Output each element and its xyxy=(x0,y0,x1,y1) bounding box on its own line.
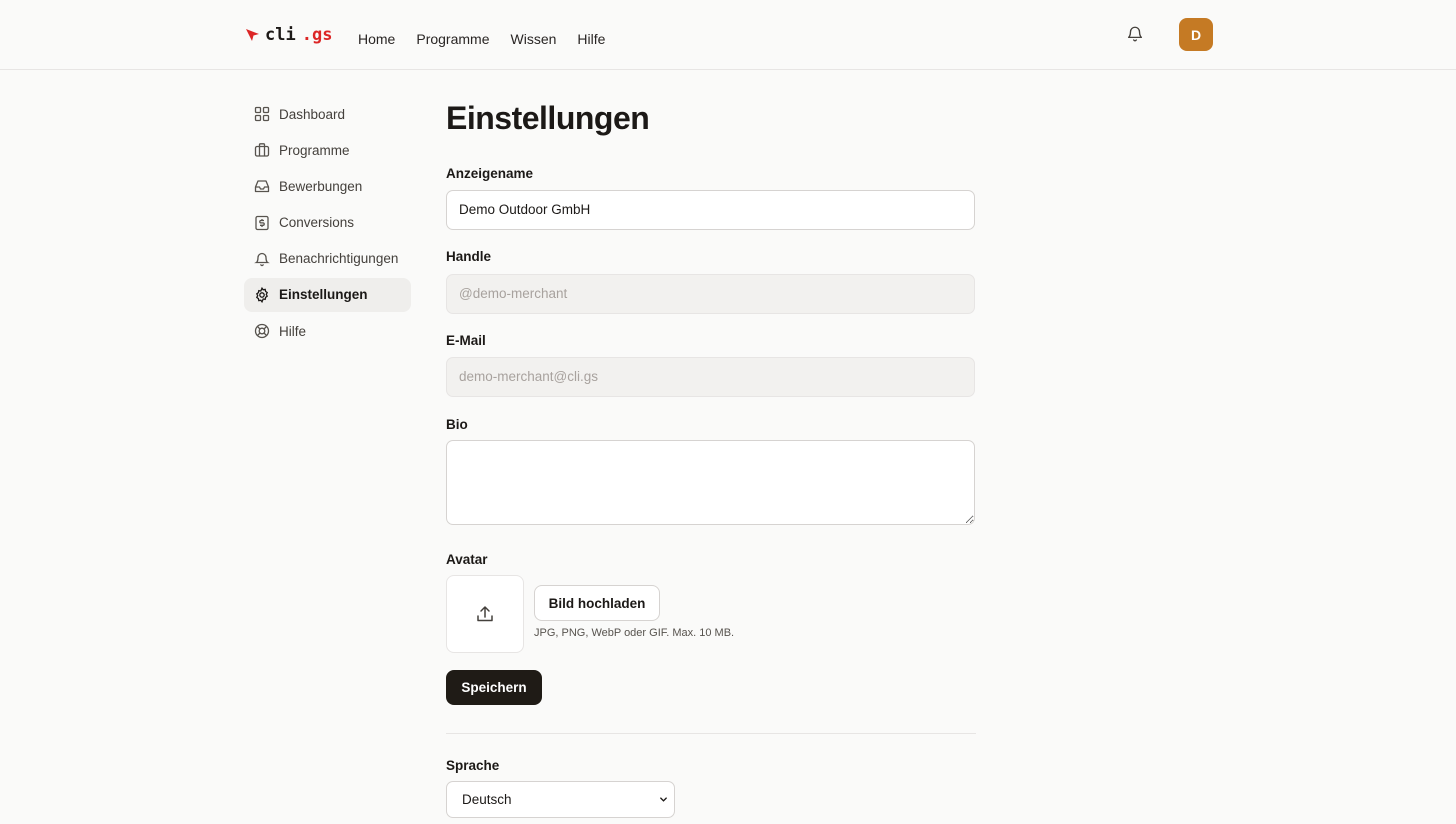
sidebar-item-label: Conversions xyxy=(279,215,355,231)
language-value: Deutsch xyxy=(462,792,512,807)
upload-hint: JPG, PNG, WebP oder GIF. Max. 10 MB. xyxy=(534,627,735,639)
chevron-down-icon xyxy=(660,797,667,802)
nav-item-wissen[interactable]: Wissen xyxy=(511,31,557,47)
gear-icon xyxy=(255,286,269,303)
nav-item-hilfe[interactable]: Hilfe xyxy=(577,31,605,47)
dollar-receipt-icon xyxy=(255,215,269,230)
inbox-icon xyxy=(254,180,270,193)
sidebar-item-label: Hilfe xyxy=(279,323,307,339)
upload-image-button[interactable]: Bild hochladen xyxy=(534,585,660,621)
lifebuoy-icon xyxy=(254,323,270,339)
sidebar-item-conversions[interactable]: Conversions xyxy=(244,206,411,240)
language-label: Sprache xyxy=(446,758,500,773)
sidebar-item-benachrichtigungen[interactable]: Benachrichtigungen xyxy=(244,242,411,276)
avatar-preview[interactable] xyxy=(446,575,524,653)
sidebar-item-label: Einstellungen xyxy=(279,287,368,303)
divider xyxy=(446,733,976,734)
bell-icon xyxy=(254,252,270,266)
sidebar: Dashboard Programme Bewerbungen Conversi… xyxy=(244,97,411,350)
sidebar-item-dashboard[interactable]: Dashboard xyxy=(244,97,411,131)
email-label: E-Mail xyxy=(446,333,486,348)
language-select[interactable]: Deutsch xyxy=(446,781,675,818)
bell-icon[interactable] xyxy=(1126,25,1144,43)
top-bar: cli .gs Home Programme Wissen Hilfe D xyxy=(0,0,1456,70)
email-input: demo-merchant@cli.gs xyxy=(446,357,975,397)
nav-item-programme[interactable]: Programme xyxy=(416,31,489,47)
sidebar-item-hilfe[interactable]: Hilfe xyxy=(244,314,411,348)
brand-logo[interactable]: cli .gs xyxy=(245,24,332,46)
main-nav: Home Programme Wissen Hilfe xyxy=(358,31,605,47)
sidebar-item-label: Bewerbungen xyxy=(279,178,363,194)
briefcase-icon xyxy=(254,143,270,157)
handle-label: Handle xyxy=(446,249,492,264)
settings-form: Einstellungen Anzeigename Demo Outdoor G… xyxy=(446,96,976,818)
cursor-arrow-icon xyxy=(246,29,259,41)
upload-icon xyxy=(477,606,493,622)
sidebar-item-label: Benachrichtigungen xyxy=(279,251,399,267)
brand-suffix: .gs xyxy=(301,25,333,45)
user-avatar[interactable]: D xyxy=(1179,18,1213,51)
page-title: Einstellungen xyxy=(446,100,650,136)
sidebar-item-label: Programme xyxy=(279,142,350,158)
sidebar-item-einstellungen[interactable]: Einstellungen xyxy=(244,277,411,312)
bio-label: Bio xyxy=(446,417,468,432)
sidebar-item-programme[interactable]: Programme xyxy=(244,133,411,167)
display-name-label: Anzeigename xyxy=(446,166,534,181)
avatar-label: Avatar xyxy=(446,552,488,567)
grid-icon xyxy=(254,106,270,122)
nav-item-home[interactable]: Home xyxy=(358,31,395,47)
sidebar-item-label: Dashboard xyxy=(279,106,346,122)
handle-input: @demo-merchant xyxy=(446,274,975,314)
brand-name: cli xyxy=(265,25,296,45)
sidebar-item-bewerbungen[interactable]: Bewerbungen xyxy=(244,169,411,203)
display-name-input[interactable]: Demo Outdoor GmbH xyxy=(446,190,975,230)
bio-textarea[interactable] xyxy=(446,440,975,525)
save-button[interactable]: Speichern xyxy=(446,670,542,705)
